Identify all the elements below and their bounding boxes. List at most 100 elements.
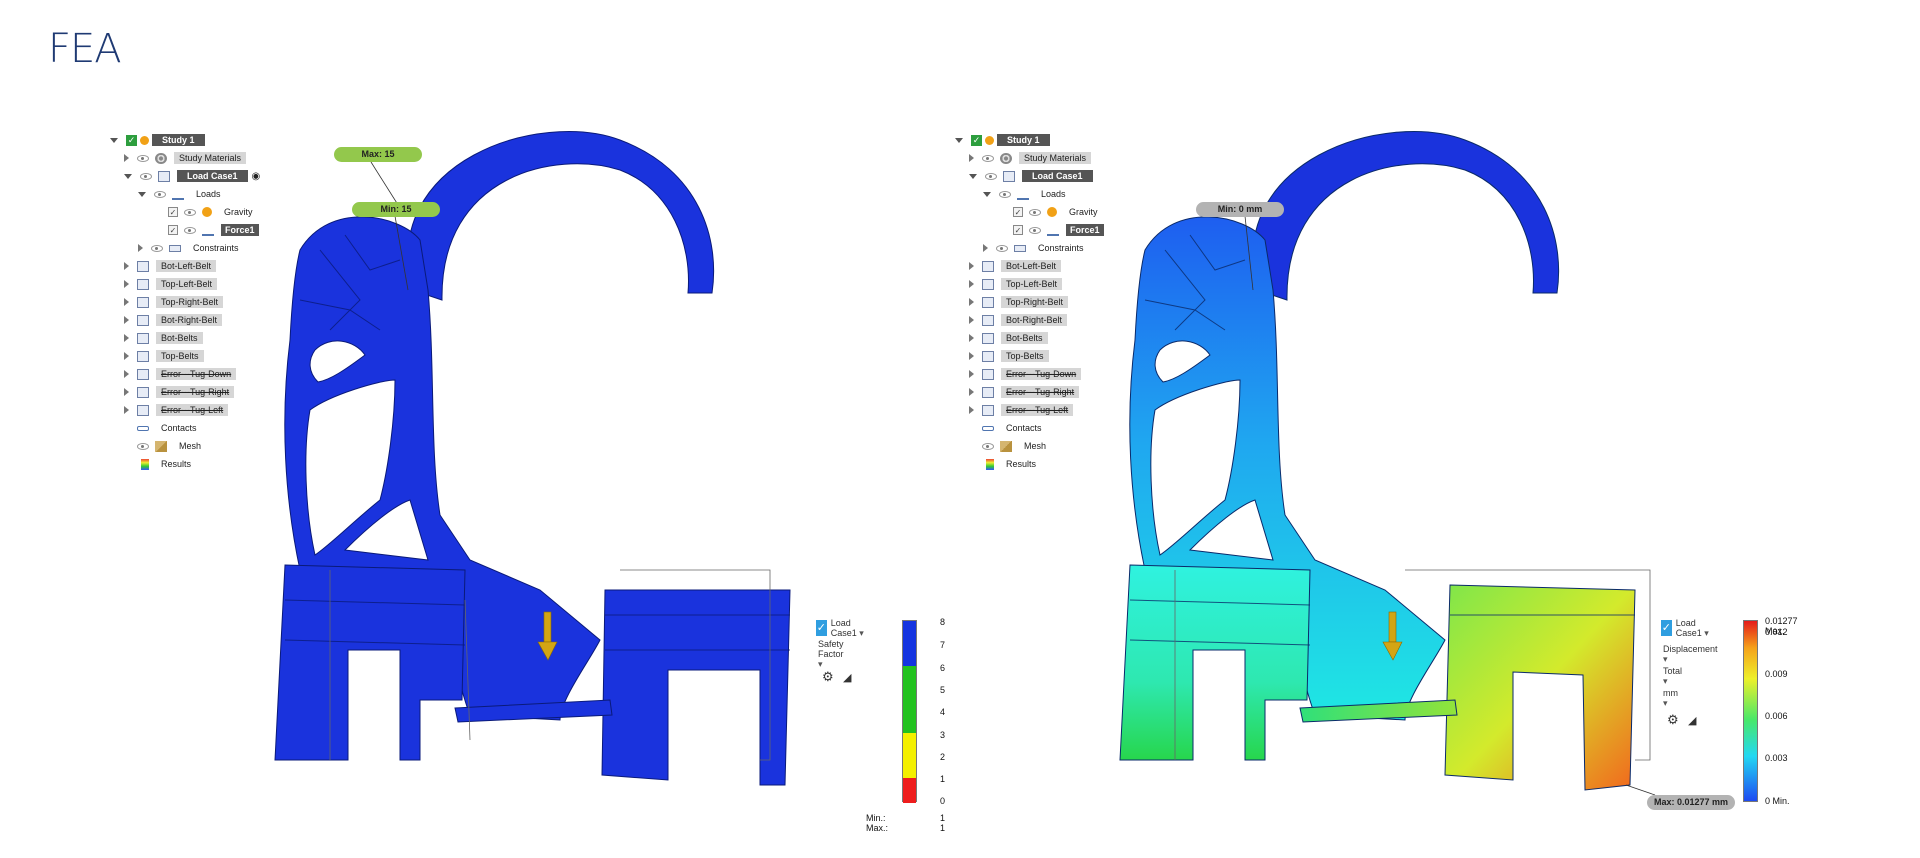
collapse-icon[interactable]	[969, 173, 977, 179]
expand-icon[interactable]	[138, 244, 143, 252]
belt-node[interactable]: Bot-Belts	[969, 331, 1048, 345]
collapse-icon[interactable]	[983, 191, 991, 197]
expand-icon[interactable]	[969, 334, 974, 342]
study-node[interactable]: ✓ Study 1	[110, 133, 205, 147]
error-node[interactable]: Error---Tug-Left	[124, 403, 229, 417]
mesh-node[interactable]: Mesh	[982, 439, 1051, 453]
constraints-node[interactable]: Constraints	[138, 241, 244, 255]
loads-node[interactable]: Loads	[983, 187, 1071, 201]
expand-icon[interactable]	[124, 388, 129, 396]
settings-icon[interactable]: ⚙	[822, 669, 834, 684]
belt-node[interactable]: Bot-Left-Belt	[124, 259, 217, 273]
gravity-node[interactable]: ✓ Gravity	[168, 205, 258, 219]
expand-icon[interactable]	[124, 262, 129, 270]
checkbox-icon[interactable]: ✓	[168, 207, 178, 217]
belt-node[interactable]: Top-Left-Belt	[124, 277, 218, 291]
settings-icon[interactable]: ⚙	[1667, 712, 1679, 727]
expand-icon[interactable]	[124, 298, 129, 306]
expand-icon[interactable]	[969, 154, 974, 162]
expand-icon[interactable]	[969, 298, 974, 306]
expand-icon[interactable]	[969, 262, 974, 270]
load-case-node[interactable]: Load Case1 ◉	[124, 169, 260, 183]
visibility-icon[interactable]	[982, 154, 994, 162]
error-node[interactable]: Error---Tug-Down	[124, 367, 237, 381]
expand-icon[interactable]	[983, 244, 988, 252]
error-node[interactable]: Error---Tug-Down	[969, 367, 1082, 381]
expand-icon[interactable]	[969, 406, 974, 414]
belt-node[interactable]: Bot-Left-Belt	[969, 259, 1062, 273]
legend-tick: 0.006	[1765, 711, 1788, 721]
collapse-icon[interactable]	[138, 191, 146, 197]
checkbox-icon[interactable]: ✓	[168, 225, 178, 235]
expand-icon[interactable]	[124, 154, 129, 162]
load-case-node[interactable]: Load Case1	[969, 169, 1093, 183]
radio-icon[interactable]: ◉	[252, 171, 261, 182]
checkbox-icon[interactable]: ✓	[1013, 225, 1023, 235]
contacts-node[interactable]: Contacts	[982, 421, 1047, 435]
study-materials-node[interactable]: Study Materials	[124, 151, 247, 165]
component-icon	[982, 404, 994, 416]
belt-node[interactable]: Bot-Right-Belt	[969, 313, 1068, 327]
belt-node[interactable]: Top-Right-Belt	[124, 295, 224, 309]
mesh-node[interactable]: Mesh	[137, 439, 206, 453]
unit-select[interactable]: mm	[1663, 688, 1678, 705]
force-node[interactable]: ✓ Force1	[1013, 223, 1104, 237]
belt-node[interactable]: Top-Belts	[124, 349, 204, 363]
belt-label: Top-Right-Belt	[156, 296, 224, 308]
belt-node[interactable]: Top-Right-Belt	[969, 295, 1069, 309]
error-node[interactable]: Error---Tug-Right	[124, 385, 235, 399]
force-node[interactable]: ✓ Force1	[168, 223, 259, 237]
visibility-icon[interactable]	[137, 442, 149, 450]
gravity-node[interactable]: ✓ Gravity	[1013, 205, 1103, 219]
expand-icon[interactable]	[969, 388, 974, 396]
visibility-icon[interactable]	[996, 244, 1008, 252]
expand-icon[interactable]	[969, 352, 974, 360]
expand-icon[interactable]	[969, 316, 974, 324]
belt-node[interactable]: Top-Belts	[969, 349, 1049, 363]
constraints-node[interactable]: Constraints	[983, 241, 1089, 255]
visibility-icon[interactable]	[154, 190, 166, 198]
study-node[interactable]: ✓ Study 1	[955, 133, 1050, 147]
left-panel-safety-factor: ✓ Study 1 Study Materials Load Case1 ◉ L…	[0, 0, 960, 858]
component-select[interactable]: Total	[1663, 666, 1682, 683]
expand-icon[interactable]	[969, 370, 974, 378]
visibility-icon[interactable]	[140, 172, 152, 180]
component-icon	[137, 332, 149, 344]
belt-node[interactable]: Bot-Belts	[124, 331, 203, 345]
visibility-icon[interactable]	[184, 226, 196, 234]
expand-icon[interactable]	[124, 352, 129, 360]
collapse-icon[interactable]	[110, 137, 118, 143]
visibility-icon[interactable]	[982, 442, 994, 450]
expand-icon[interactable]	[969, 280, 974, 288]
component-icon	[982, 278, 994, 290]
component-icon	[982, 386, 994, 398]
results-node[interactable]: Results	[986, 457, 1041, 471]
expand-icon[interactable]	[124, 316, 129, 324]
visibility-icon[interactable]	[151, 244, 163, 252]
loads-node[interactable]: Loads	[138, 187, 226, 201]
load-case-select[interactable]: ✓ Load Case1	[1661, 618, 1709, 638]
collapse-icon[interactable]	[124, 173, 132, 179]
checkbox-icon[interactable]: ✓	[1013, 207, 1023, 217]
visibility-icon[interactable]	[1029, 208, 1041, 216]
expand-icon[interactable]	[124, 406, 129, 414]
visibility-icon[interactable]	[1029, 226, 1041, 234]
probe-icon[interactable]: ◢	[1688, 713, 1696, 727]
visibility-icon[interactable]	[184, 208, 196, 216]
collapse-icon[interactable]	[955, 137, 963, 143]
visibility-icon[interactable]	[985, 172, 997, 180]
expand-icon[interactable]	[124, 280, 129, 288]
expand-icon[interactable]	[124, 334, 129, 342]
study-materials-node[interactable]: Study Materials	[969, 151, 1092, 165]
result-type-select[interactable]: Safety Factor	[818, 639, 844, 661]
contacts-node[interactable]: Contacts	[137, 421, 202, 435]
visibility-icon[interactable]	[137, 154, 149, 162]
expand-icon[interactable]	[124, 370, 129, 378]
error-node[interactable]: Error---Tug-Right	[969, 385, 1080, 399]
belt-node[interactable]: Bot-Right-Belt	[124, 313, 223, 327]
error-node[interactable]: Error---Tug-Left	[969, 403, 1074, 417]
belt-node[interactable]: Top-Left-Belt	[969, 277, 1063, 291]
visibility-icon[interactable]	[999, 190, 1011, 198]
results-node[interactable]: Results	[141, 457, 196, 471]
result-type-select[interactable]: Displacement	[1663, 644, 1718, 661]
